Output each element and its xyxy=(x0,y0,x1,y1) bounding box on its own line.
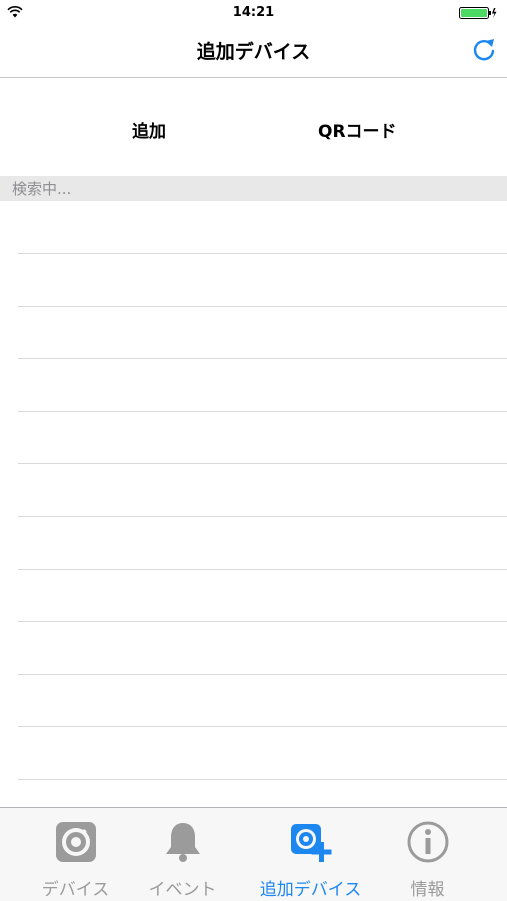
list-item[interactable] xyxy=(18,359,507,412)
refresh-button[interactable] xyxy=(469,35,499,65)
list-item[interactable] xyxy=(18,254,507,307)
list-item[interactable] xyxy=(18,464,507,517)
bell-icon xyxy=(165,823,200,862)
navigation-bar: 追加デバイス xyxy=(0,26,507,78)
device-icon xyxy=(55,822,96,862)
list-item[interactable] xyxy=(18,727,507,780)
info-icon xyxy=(407,821,448,863)
page-title: 追加デバイス xyxy=(196,41,311,63)
status-time: 14:21 xyxy=(232,5,275,20)
list-item[interactable] xyxy=(18,674,507,728)
searching-label: 検索中... xyxy=(12,180,72,198)
tab-info[interactable]: 情報 xyxy=(374,808,481,901)
add-button[interactable]: 追加 xyxy=(132,117,166,142)
section-header: 検索中... xyxy=(0,176,507,201)
list-item[interactable] xyxy=(18,622,507,675)
tab-events[interactable]: イベント xyxy=(129,808,236,901)
add-device-icon xyxy=(290,824,331,862)
list-item[interactable] xyxy=(18,411,507,465)
list-item[interactable] xyxy=(18,306,507,360)
battery-icon xyxy=(459,7,497,19)
device-list xyxy=(0,201,507,807)
tab-add-device[interactable]: 追加デバイス xyxy=(257,808,364,901)
tab-events-label: イベント xyxy=(148,880,217,900)
qr-code-button[interactable]: QRコード xyxy=(318,117,397,142)
list-item[interactable] xyxy=(18,201,507,254)
list-item[interactable] xyxy=(18,569,507,623)
list-item[interactable] xyxy=(18,517,507,570)
tab-bar: デバイス イベント 追加デバイス 情報 xyxy=(0,807,507,901)
tab-info-label: 情報 xyxy=(410,880,445,900)
action-row: 追加 QRコード xyxy=(0,78,507,175)
status-bar: 14:21 xyxy=(0,0,507,26)
